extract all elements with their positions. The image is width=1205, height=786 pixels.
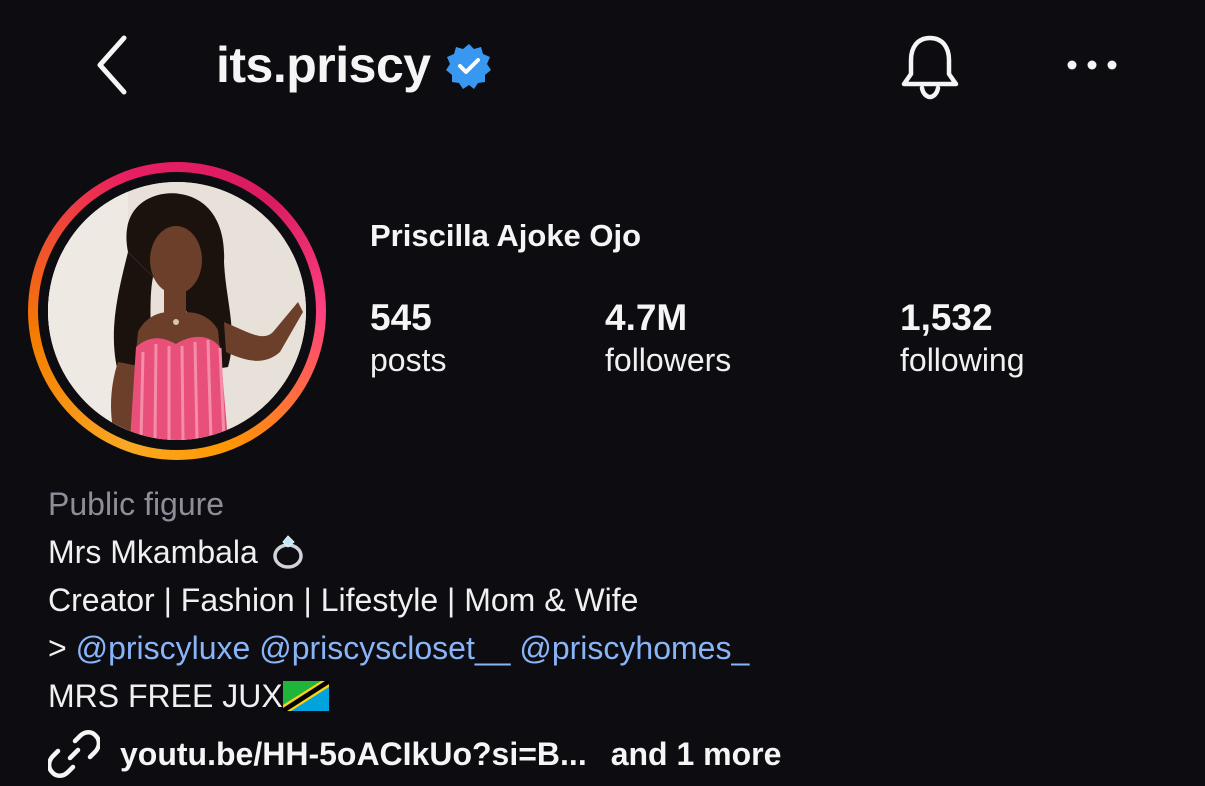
verified-badge-icon (445, 44, 491, 89)
posts-count: 545 (370, 297, 432, 338)
bio-line-4: MRS FREE JUX (48, 672, 749, 720)
profile-username-header: its.priscy (216, 34, 493, 96)
followers-label: followers (605, 342, 732, 378)
tanzania-flag-icon (282, 681, 329, 711)
link-icon (48, 730, 100, 778)
chevron-left-icon[interactable] (88, 30, 138, 100)
more-horizontal-icon[interactable] (1062, 45, 1122, 85)
avatar-photo-illustration (48, 182, 306, 440)
bell-icon[interactable] (895, 30, 965, 102)
stat-following[interactable]: 1,532 following (900, 296, 1025, 380)
stat-followers[interactable]: 4.7M followers (605, 296, 731, 380)
profile-avatar-story-ring[interactable] (28, 162, 326, 460)
username-text: its.priscy (216, 37, 431, 93)
avatar-ring-gap (38, 172, 316, 450)
bio-line-3: > @priscyluxe @priscyscloset__ @priscyho… (48, 624, 749, 672)
followers-count: 4.7M (605, 297, 688, 338)
stat-posts[interactable]: 545 posts (370, 296, 446, 380)
mention-link-priscyscloset[interactable]: @priscyscloset__ (259, 630, 510, 666)
more-links-button[interactable]: and 1 more (611, 736, 782, 773)
following-label: following (900, 342, 1025, 378)
profile-bio: Public figure Mrs Mkambala Creator | Fas… (48, 480, 749, 720)
bio-line-4-text: MRS FREE JUX (48, 678, 283, 714)
profile-display-name: Priscilla Ajoke Ojo (370, 218, 642, 253)
bio-line-2: Creator | Fashion | Lifestyle | Mom & Wi… (48, 582, 639, 618)
bio-category: Public figure (48, 486, 225, 522)
external-link[interactable]: youtu.be/HH-5oACIkUo?si=B... (120, 736, 587, 773)
bio-line-1: Mrs Mkambala (48, 528, 749, 576)
following-count: 1,532 (900, 297, 993, 338)
mention-link-priscyluxe[interactable]: @priscyluxe (76, 630, 251, 666)
mention-link-priscyhomes[interactable]: @priscyhomes_ (519, 630, 749, 666)
posts-label: posts (370, 342, 447, 378)
profile-link-row: youtu.be/HH-5oACIkUo?si=B... and 1 more (48, 728, 781, 780)
bio-line-1-text: Mrs Mkambala (48, 534, 258, 570)
profile-screen: its.priscy Priscilla Ajoke Ojo 545 posts… (0, 0, 1205, 786)
bio-line-3-prefix: > (48, 630, 67, 666)
ring-icon (272, 535, 303, 569)
avatar (48, 182, 306, 440)
